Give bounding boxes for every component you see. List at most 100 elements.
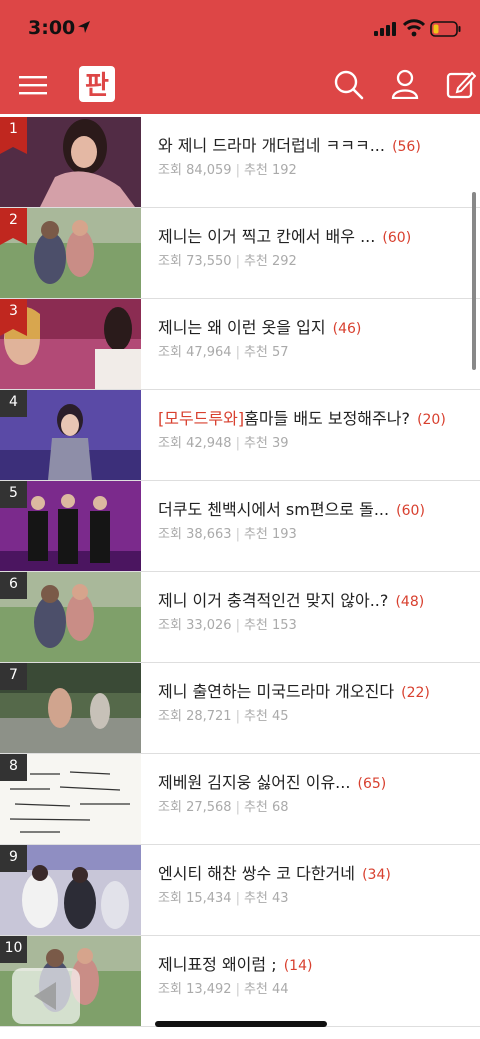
comment-count: (48) bbox=[395, 594, 425, 610]
post-title[interactable]: 제베원 김지웅 싫어진 이유... (65) bbox=[158, 769, 468, 793]
recommend-label: 추천 bbox=[243, 618, 268, 633]
post-title[interactable]: 제니 이거 충격적인건 맞지 않아..? (48) bbox=[158, 587, 468, 611]
meta-divider: | bbox=[235, 254, 240, 269]
meta-divider: | bbox=[235, 436, 240, 451]
views-label: 조회 bbox=[158, 163, 182, 178]
meta-divider: | bbox=[235, 709, 240, 724]
signal-icon bbox=[374, 22, 396, 36]
recommend-count: 292 bbox=[272, 254, 297, 269]
post-meta: 조회 47,964 | 추천 57 bbox=[158, 341, 289, 360]
recommend-label: 추천 bbox=[243, 709, 268, 724]
post-title-text: 제베원 김지웅 싫어진 이유... bbox=[158, 773, 351, 792]
views-count: 28,721 bbox=[186, 709, 232, 724]
post-title[interactable]: [모두드루와]홈마들 배도 보정해주나? (20) bbox=[158, 405, 468, 429]
post-title-text: 제니는 이거 찍고 칸에서 배우 ... bbox=[158, 227, 376, 246]
status-time: 3:00 bbox=[28, 17, 76, 39]
meta-divider: | bbox=[235, 800, 240, 815]
post-title[interactable]: 제니표정 왜이럼 ; (14) bbox=[158, 951, 468, 975]
post-meta: 조회 84,059 | 추천 192 bbox=[158, 159, 297, 178]
comment-count: (34) bbox=[362, 867, 391, 883]
list-item[interactable]: 9 엔시티 해찬 쌍수 코 다한거네 (34) 조회 15,434 | 추천 43 bbox=[0, 845, 480, 936]
post-meta: 조회 28,721 | 추천 45 bbox=[158, 705, 289, 724]
rank-badge: 10 bbox=[0, 936, 27, 963]
recommend-count: 192 bbox=[272, 163, 297, 178]
recommend-label: 추천 bbox=[243, 163, 268, 178]
rank-badge: 3 bbox=[0, 299, 27, 336]
list-item[interactable]: 2 제니는 이거 찍고 칸에서 배우 ... (60) 조회 73,550 | 추천… bbox=[0, 208, 480, 299]
post-tag: [모두드루와] bbox=[158, 409, 245, 428]
post-meta: 조회 13,492 | 추천 44 bbox=[158, 978, 289, 997]
meta-divider: | bbox=[235, 163, 240, 178]
post-meta: 조회 42,948 | 추천 39 bbox=[158, 432, 289, 451]
comment-count: (65) bbox=[357, 776, 387, 792]
home-indicator[interactable] bbox=[155, 1021, 327, 1027]
meta-divider: | bbox=[235, 982, 240, 997]
status-bar: 3:00 bbox=[0, 0, 480, 58]
views-count: 73,550 bbox=[186, 254, 232, 269]
list-item[interactable]: 7 제니 출연하는 미국드라마 개오진다 (22) 조회 28,721 | 추천 4… bbox=[0, 663, 480, 754]
post-title-text: 제니는 왜 이런 옷을 입지 bbox=[158, 318, 326, 337]
recommend-count: 39 bbox=[272, 436, 289, 451]
scrollbar[interactable] bbox=[472, 192, 476, 370]
search-icon[interactable] bbox=[334, 70, 364, 100]
recommend-count: 193 bbox=[272, 527, 297, 542]
wifi-icon bbox=[403, 19, 425, 37]
recommend-label: 추천 bbox=[243, 345, 268, 360]
ranking-list: 1 와 제니 드라마 개더럽네 ㅋㅋㅋ... (56) 조회 84,059 | 추천… bbox=[0, 117, 480, 1027]
recommend-count: 45 bbox=[272, 709, 289, 724]
user-icon[interactable] bbox=[391, 69, 419, 99]
post-title-text: 제니표정 왜이럼 ; bbox=[158, 955, 277, 974]
post-title[interactable]: 와 제니 드라마 개더럽네 ㅋㅋㅋ... (56) bbox=[158, 132, 468, 156]
battery-icon bbox=[430, 21, 461, 37]
pann-logo[interactable]: 판 bbox=[78, 65, 116, 103]
post-meta: 조회 15,434 | 추천 43 bbox=[158, 887, 289, 906]
post-title[interactable]: 엔시티 해찬 쌍수 코 다한거네 (34) bbox=[158, 860, 468, 884]
post-title-text: 더쿠도 첸백시에서 sm편으로 돌... bbox=[158, 500, 390, 519]
comment-count: (60) bbox=[382, 230, 412, 246]
hamburger-menu-icon[interactable] bbox=[18, 72, 48, 98]
meta-divider: | bbox=[235, 345, 240, 360]
comment-count: (14) bbox=[283, 958, 313, 974]
post-meta: 조회 33,026 | 추천 153 bbox=[158, 614, 297, 633]
views-label: 조회 bbox=[158, 709, 182, 724]
post-title[interactable]: 제니 출연하는 미국드라마 개오진다 (22) bbox=[158, 678, 468, 702]
post-title-text: 홈마들 배도 보정해주나? bbox=[244, 409, 410, 428]
rank-badge: 1 bbox=[0, 117, 27, 154]
recommend-count: 57 bbox=[272, 345, 289, 360]
list-item[interactable]: 1 와 제니 드라마 개더럽네 ㅋㅋㅋ... (56) 조회 84,059 | 추천… bbox=[0, 117, 480, 208]
comment-count: (20) bbox=[417, 412, 446, 428]
list-item[interactable]: 6 제니 이거 충격적인건 맞지 않아..? (48) 조회 33,026 | 추천… bbox=[0, 572, 480, 663]
post-title-text: 제니 출연하는 미국드라마 개오진다 bbox=[158, 682, 395, 701]
post-meta: 조회 73,550 | 추천 292 bbox=[158, 250, 297, 269]
recommend-count: 68 bbox=[272, 800, 289, 815]
back-arrow-icon[interactable] bbox=[12, 968, 80, 1024]
recommend-count: 44 bbox=[272, 982, 289, 997]
list-item[interactable]: 4 [모두드루와]홈마들 배도 보정해주나? (20) 조회 42,948 | 추천… bbox=[0, 390, 480, 481]
views-label: 조회 bbox=[158, 436, 182, 451]
post-title[interactable]: 더쿠도 첸백시에서 sm편으로 돌... (60) bbox=[158, 496, 468, 520]
post-title-text: 제니 이거 충격적인건 맞지 않아..? bbox=[158, 591, 389, 610]
rank-badge: 8 bbox=[0, 754, 27, 781]
recommend-label: 추천 bbox=[243, 436, 268, 451]
rank-badge: 6 bbox=[0, 572, 27, 599]
views-count: 84,059 bbox=[186, 163, 232, 178]
views-count: 33,026 bbox=[186, 618, 232, 633]
views-label: 조회 bbox=[158, 618, 182, 633]
comment-count: (22) bbox=[401, 685, 430, 701]
list-item[interactable]: 3 제니는 왜 이런 옷을 입지 (46) 조회 47,964 | 추천 57 bbox=[0, 299, 480, 390]
recommend-count: 43 bbox=[272, 891, 289, 906]
views-count: 42,948 bbox=[186, 436, 232, 451]
views-count: 47,964 bbox=[186, 345, 232, 360]
views-label: 조회 bbox=[158, 254, 182, 269]
list-item[interactable]: 5 더쿠도 첸백시에서 sm편으로 돌... (60) 조회 38,663 | 추천… bbox=[0, 481, 480, 572]
post-title[interactable]: 제니는 이거 찍고 칸에서 배우 ... (60) bbox=[158, 223, 468, 247]
recommend-label: 추천 bbox=[243, 254, 268, 269]
comment-count: (60) bbox=[396, 503, 425, 519]
list-item[interactable]: 8 제베원 김지웅 싫어진 이유... (65) 조회 27,568 | 추천 68 bbox=[0, 754, 480, 845]
post-title[interactable]: 제니는 왜 이런 옷을 입지 (46) bbox=[158, 314, 468, 338]
write-icon[interactable] bbox=[446, 69, 476, 99]
views-count: 38,663 bbox=[186, 527, 232, 542]
post-meta: 조회 27,568 | 추천 68 bbox=[158, 796, 289, 815]
rank-badge: 7 bbox=[0, 663, 27, 690]
location-arrow-icon bbox=[78, 21, 90, 33]
